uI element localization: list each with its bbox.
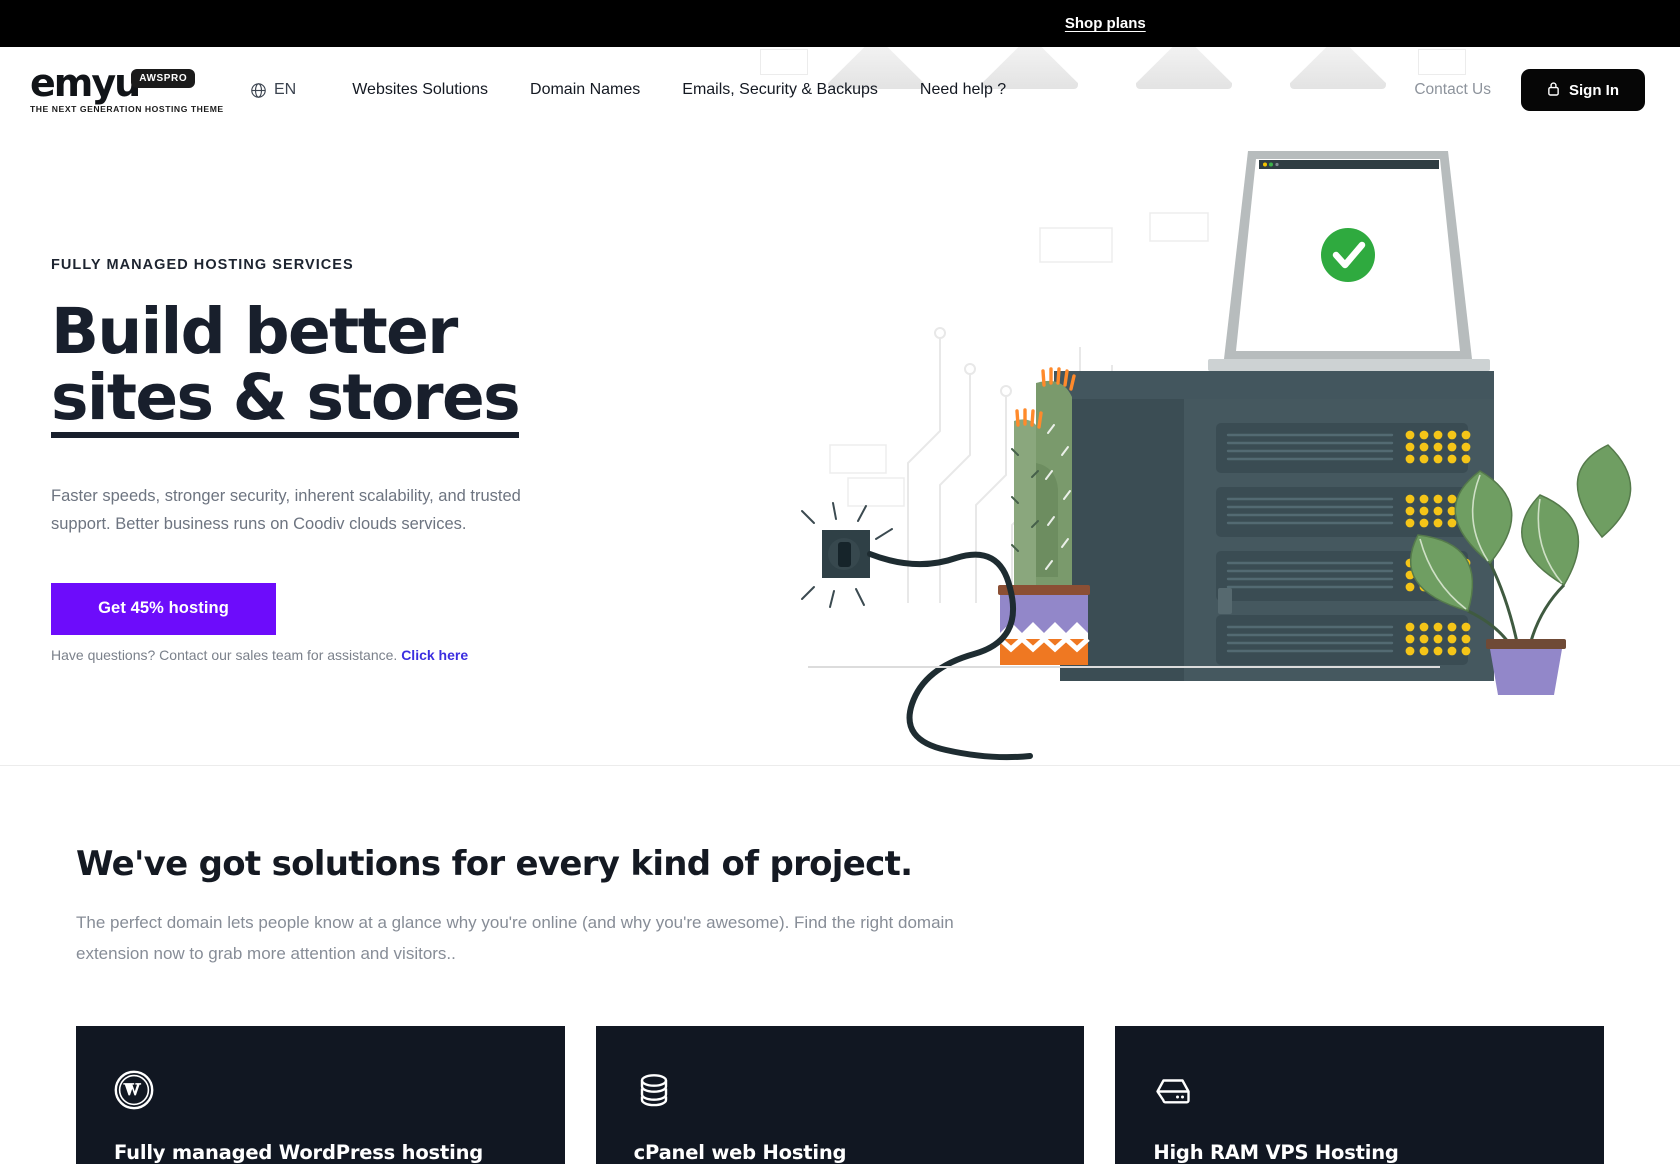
site-header: emyu AWSPRO THE NEXT GENERATION HOSTING … xyxy=(0,47,1680,133)
promo-text: Black Friday starts now. Get 75% off ser… xyxy=(534,14,1049,32)
logo-badge: AWSPRO xyxy=(131,69,196,89)
shop-plans-link[interactable]: Shop plans xyxy=(1065,15,1146,32)
hero-copy: FULLY MANAGED HOSTING SERVICES Build bet… xyxy=(51,257,611,663)
hero-title-line-2: sites & stores xyxy=(51,364,521,439)
main-nav: Websites Solutions Domain Names Emails, … xyxy=(352,81,1006,99)
nav-item-websites-solutions[interactable]: Websites Solutions xyxy=(352,81,488,99)
hero-title-line-1: Build better xyxy=(51,295,458,368)
hero-section: FULLY MANAGED HOSTING SERVICES Build bet… xyxy=(0,133,1680,766)
logo-wordmark: emyu xyxy=(30,61,141,106)
hero-eyebrow: FULLY MANAGED HOSTING SERVICES xyxy=(51,257,354,273)
solutions-section: We've got solutions for every kind of pr… xyxy=(0,766,1680,1164)
solution-card-title: High RAM VPS Hosting xyxy=(1153,1140,1399,1164)
wordpress-icon xyxy=(114,1070,527,1115)
server-icon xyxy=(1153,1070,1566,1115)
site-logo[interactable]: emyu AWSPRO THE NEXT GENERATION HOSTING … xyxy=(30,61,224,114)
promo-bar: Black Friday starts now. Get 75% off ser… xyxy=(0,0,1680,47)
sign-in-label: Sign In xyxy=(1569,81,1619,99)
laptop-illustration xyxy=(1208,151,1490,371)
lock-icon xyxy=(1547,81,1560,100)
solutions-title: We've got solutions for every kind of pr… xyxy=(76,844,913,884)
hero-illustration xyxy=(801,151,1632,761)
nav-item-need-help[interactable]: Need help ? xyxy=(920,81,1006,99)
click-here-link[interactable]: Click here xyxy=(401,647,468,663)
server-rack-illustration xyxy=(1054,371,1494,681)
hero-subtitle: Faster speeds, stronger security, inhere… xyxy=(51,487,521,534)
solution-cards: Fully managed WordPress hosting cPanel w… xyxy=(76,1025,1604,1164)
language-switcher[interactable]: EN xyxy=(250,81,296,99)
globe-icon xyxy=(250,82,267,99)
contact-us-link[interactable]: Contact Us xyxy=(1414,81,1491,99)
solution-card-title: cPanel web Hosting xyxy=(633,1140,847,1164)
solution-card-cpanel[interactable]: cPanel web Hosting xyxy=(595,1025,1085,1164)
sign-in-button[interactable]: Sign In xyxy=(1521,69,1645,111)
nav-item-emails-security-backups[interactable]: Emails, Security & Backups xyxy=(682,81,878,99)
database-icon xyxy=(634,1070,1047,1115)
logo-tagline: THE NEXT GENERATION HOSTING THEME xyxy=(30,103,224,114)
nav-item-domain-names[interactable]: Domain Names xyxy=(530,81,640,99)
sales-assistance-line: Have questions? Contact our sales team f… xyxy=(51,647,611,663)
hero-title: Build better sites & stores xyxy=(51,299,611,439)
solution-card-title: Fully managed WordPress hosting xyxy=(114,1140,484,1164)
header-actions: Contact Us Sign In xyxy=(1414,69,1645,111)
sales-assistance-text: Have questions? Contact our sales team f… xyxy=(51,646,398,663)
solution-card-wordpress[interactable]: Fully managed WordPress hosting xyxy=(76,1025,565,1164)
solutions-description: The perfect domain lets people know at a… xyxy=(76,913,954,963)
solution-card-vps[interactable]: High RAM VPS Hosting xyxy=(1115,1025,1604,1164)
language-label: EN xyxy=(274,81,297,98)
get-hosting-button[interactable]: Get 45% hosting xyxy=(51,582,276,635)
